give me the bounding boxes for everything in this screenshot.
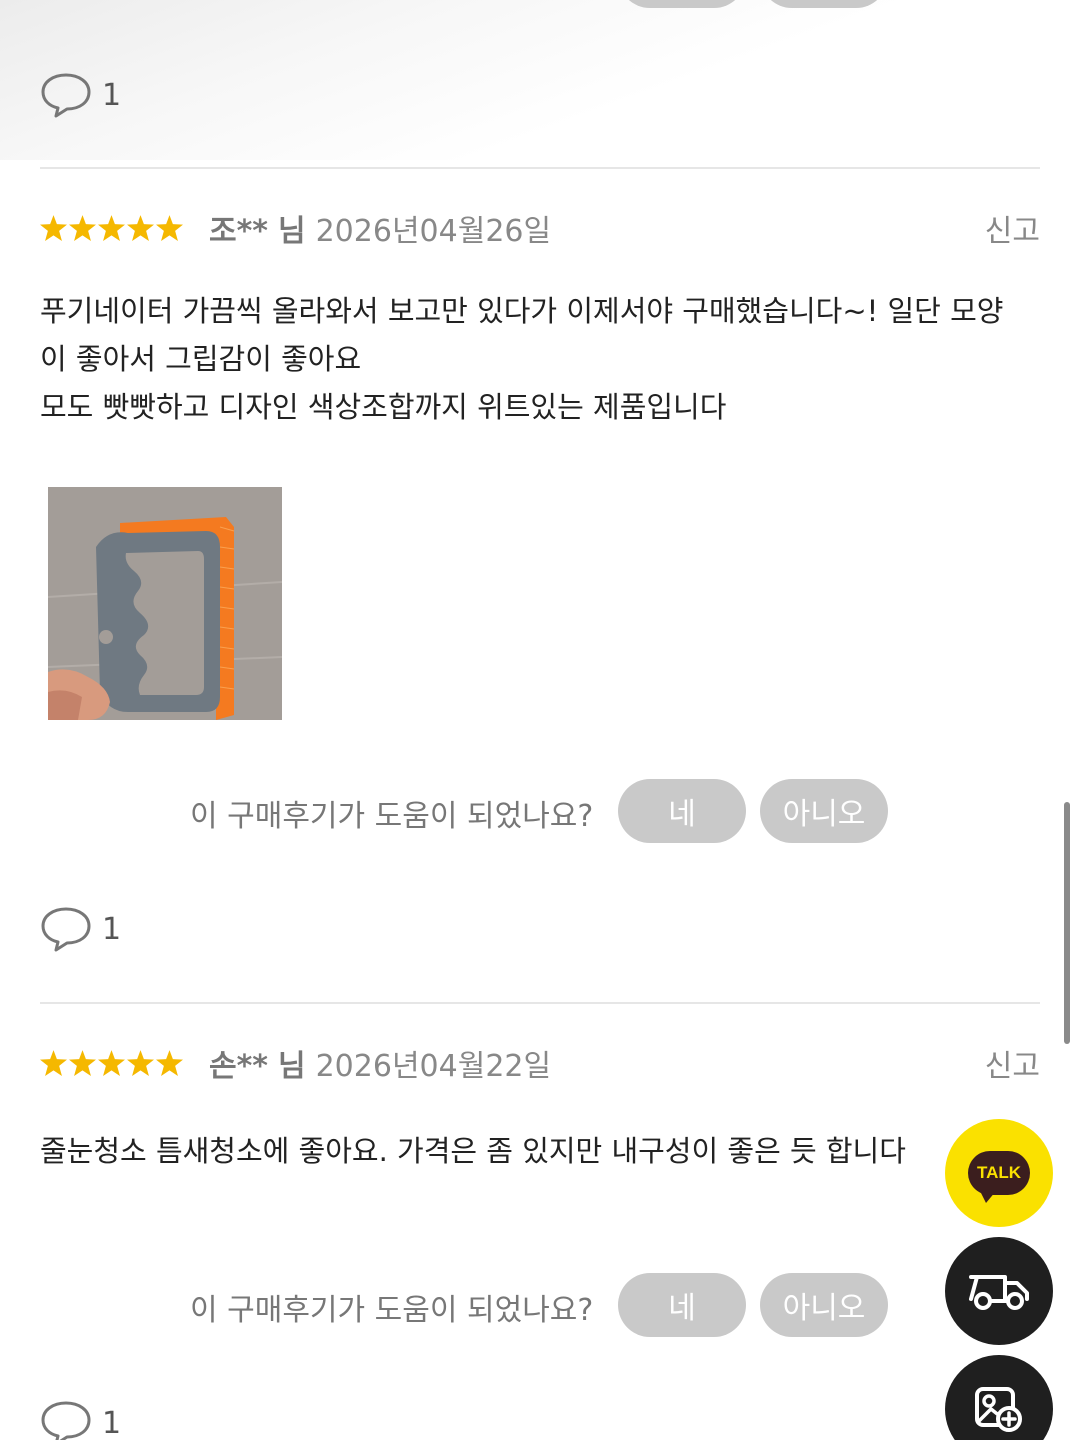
comment-row[interactable]: 1: [40, 72, 121, 118]
review-text-line: 푸기네이터 가끔씩 올라와서 보고만 있다가 이제서야 구매했습니다~! 일단 …: [40, 294, 1004, 328]
review-author: 손**: [209, 1049, 268, 1084]
star-icon: [40, 1050, 67, 1076]
star-icon: [69, 215, 96, 241]
star-icon: [98, 1050, 125, 1076]
delivery-button[interactable]: [945, 1237, 1053, 1345]
top-fade: [0, 0, 1080, 160]
report-link[interactable]: 신고: [985, 1041, 1040, 1085]
star-icon: [127, 215, 154, 241]
brush-photo-image: [48, 487, 282, 720]
helpful-no-button[interactable]: 아니오: [760, 1273, 888, 1337]
comment-count: 1: [102, 911, 122, 947]
review-photo[interactable]: [48, 487, 282, 720]
review-divider: [40, 1002, 1040, 1004]
comment-bubble-icon: [41, 73, 91, 118]
review-author-suffix: 님: [277, 1049, 306, 1084]
scrollbar-thumb[interactable]: [1064, 802, 1070, 1044]
helpful-yes-button[interactable]: 네: [618, 779, 746, 843]
kakao-talk-label: TALK: [976, 1163, 1022, 1182]
report-link[interactable]: 신고: [985, 206, 1040, 250]
star-rating: [40, 1050, 183, 1076]
helpful-yes-button[interactable]: 네: [618, 1273, 746, 1337]
helpful-question: 이 구매후기가 도움이 되었나요?: [190, 799, 594, 834]
review-header: 조** 님 2026년04월26일 신고: [40, 206, 1040, 250]
comment-row[interactable]: 1: [40, 906, 121, 952]
review-date: 2026년04월26일: [315, 214, 552, 249]
comment-bubble-icon: [41, 907, 91, 952]
helpful-question: 이 구매후기가 도움이 되었나요?: [190, 1293, 594, 1328]
review-author-suffix: 님: [277, 214, 306, 249]
review-text-line: 이 좋아서 그립감이 좋아요: [40, 342, 362, 376]
star-icon: [98, 215, 125, 241]
star-icon: [156, 1050, 183, 1076]
review-author: 조**: [209, 214, 268, 249]
comment-count: 1: [102, 1405, 122, 1440]
star-icon: [69, 1050, 96, 1076]
review-text: 줄눈청소 틈새청소에 좋아요. 가격은 좀 있지만 내구성이 좋은 듯 합니다: [40, 1127, 940, 1175]
review-date: 2026년04월22일: [315, 1049, 552, 1084]
review-text: 푸기네이터 가끔씩 올라와서 보고만 있다가 이제서야 구매했습니다~! 일단 …: [40, 287, 1040, 431]
comment-bubble-icon: [41, 1401, 91, 1440]
review-divider: [40, 167, 1040, 169]
review-text-line: 모도 빳빳하고 디자인 색상조합까지 위트있는 제품입니다: [40, 390, 727, 424]
kakao-talk-icon: TALK: [968, 1151, 1030, 1203]
star-rating: [40, 215, 183, 241]
helpful-no-button[interactable]: 아니오: [760, 779, 888, 843]
star-icon: [156, 215, 183, 241]
photo-search-icon: [975, 1387, 1022, 1432]
review-text-line: 줄눈청소 틈새청소에 좋아요. 가격은 좀 있지만 내구성이 좋은 듯 합니다: [40, 1134, 906, 1168]
review-header: 손** 님 2026년04월22일 신고: [40, 1041, 1040, 1085]
comment-count: 1: [102, 77, 122, 113]
star-icon: [40, 215, 67, 241]
kakao-talk-button[interactable]: TALK: [945, 1119, 1053, 1227]
delivery-truck-icon: [969, 1275, 1029, 1310]
star-icon: [127, 1050, 154, 1076]
comment-row[interactable]: 1: [40, 1400, 121, 1440]
photo-review-button[interactable]: [945, 1355, 1053, 1440]
